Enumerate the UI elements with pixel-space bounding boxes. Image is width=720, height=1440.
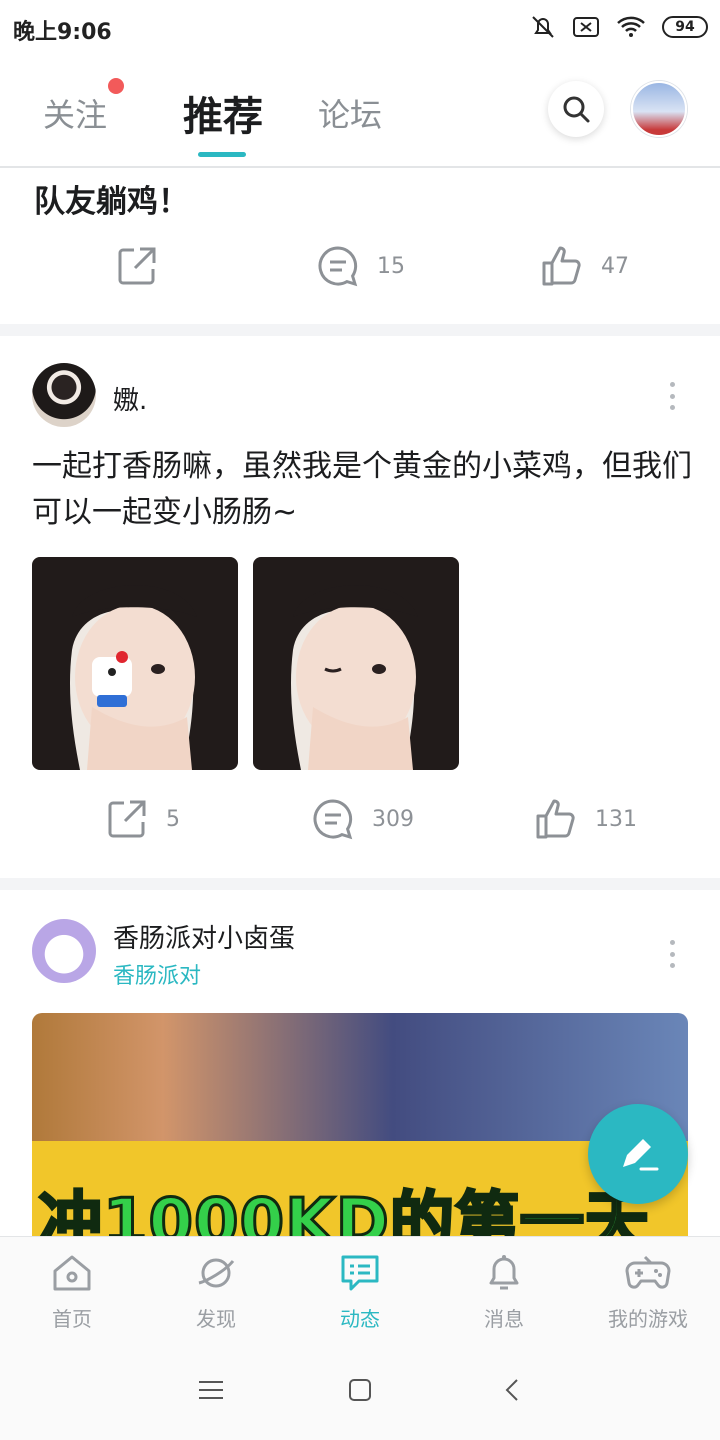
more-options-button[interactable]	[668, 382, 676, 410]
wifi-icon	[617, 16, 645, 37]
home-icon	[53, 1255, 91, 1291]
share-count: 5	[166, 806, 180, 832]
comment-button[interactable]: 15	[317, 245, 405, 287]
nav-label: 动态	[340, 1307, 380, 1331]
feed-icon	[341, 1255, 379, 1291]
nav-label: 消息	[484, 1307, 524, 1331]
system-navigation-bar	[0, 1346, 720, 1440]
search-button[interactable]	[548, 81, 604, 137]
photo-image	[32, 557, 238, 770]
thumbs-up-icon	[542, 246, 581, 286]
like-button[interactable]: 47	[541, 245, 629, 287]
post-title[interactable]: 队友躺鸡！	[34, 176, 189, 221]
nav-my-games[interactable]: 我的游戏	[576, 1253, 720, 1332]
nav-home[interactable]: 首页	[0, 1253, 144, 1332]
gamepad-icon	[625, 1255, 671, 1289]
share-button[interactable]: 5	[106, 798, 180, 840]
like-count: 131	[595, 806, 637, 832]
home-button-icon[interactable]	[348, 1378, 372, 1402]
post-username[interactable]: 嫐.	[113, 380, 147, 417]
nav-label: 我的游戏	[608, 1307, 688, 1331]
comment-button[interactable]: 309	[312, 798, 414, 840]
post-avatar[interactable]	[32, 363, 96, 427]
like-count: 47	[601, 253, 629, 279]
sim-off-icon	[573, 17, 599, 37]
post-photo[interactable]	[253, 557, 459, 770]
pen-icon	[623, 1139, 659, 1171]
notification-dot	[108, 78, 124, 94]
comment-count: 309	[372, 806, 414, 832]
thumbs-up-icon	[536, 799, 575, 839]
post-avatar[interactable]	[32, 919, 96, 983]
nav-discover[interactable]: 发现	[144, 1253, 288, 1332]
like-button[interactable]: 131	[535, 798, 637, 840]
post-banner-image[interactable]: 冲1000KD的第一天	[32, 1013, 688, 1238]
comment-icon	[318, 246, 358, 287]
user-avatar[interactable]	[631, 81, 687, 137]
nav-label: 首页	[52, 1307, 92, 1331]
share-icon	[108, 800, 146, 838]
game-tag-link[interactable]: 香肠派对	[113, 958, 201, 990]
nav-label: 发现	[196, 1307, 236, 1331]
banner-artwork	[32, 1013, 688, 1143]
status-time: 晚上9:06	[13, 20, 112, 45]
battery-indicator: 94	[662, 16, 708, 38]
mute-bell-icon	[532, 16, 554, 38]
tab-forum[interactable]: 论坛	[318, 90, 382, 136]
back-icon[interactable]	[502, 1378, 522, 1402]
status-icons: 94	[530, 14, 708, 40]
planet-icon	[198, 1258, 235, 1288]
post-photo[interactable]	[32, 557, 238, 770]
banner-title: 冲1000KD的第一天	[37, 1185, 651, 1239]
photo-image	[253, 557, 459, 770]
post-username[interactable]: 香肠派对小卤蛋	[113, 918, 295, 955]
more-options-button[interactable]	[668, 940, 676, 968]
active-tab-indicator	[198, 152, 246, 157]
share-icon	[118, 247, 156, 285]
post-text[interactable]: 一起打香肠嘛，虽然我是个黄金的小菜鸡，但我们可以一起变小肠肠~	[32, 444, 692, 536]
comment-icon	[313, 799, 353, 840]
feed-divider	[0, 324, 720, 336]
feed-divider	[0, 878, 720, 890]
compose-button[interactable]	[588, 1104, 688, 1204]
nav-feed[interactable]: 动态	[288, 1253, 432, 1332]
search-icon	[563, 96, 590, 123]
bottom-navigation: 首页 发现 动态 消息 我的游戏	[0, 1236, 720, 1346]
nav-messages[interactable]: 消息	[432, 1253, 576, 1332]
menu-icon[interactable]	[199, 1378, 223, 1402]
comment-count: 15	[377, 253, 405, 279]
post-actions: 5 309 131	[0, 798, 720, 858]
top-navigation: 关注 推荐 论坛	[0, 56, 720, 168]
bell-icon	[489, 1255, 519, 1290]
tab-recommend[interactable]: 推荐	[183, 84, 263, 142]
post-actions: 15 47	[0, 245, 720, 305]
tab-follow[interactable]: 关注	[43, 90, 107, 136]
share-button[interactable]	[116, 245, 158, 287]
status-bar: 晚上9:06 94	[0, 0, 720, 56]
